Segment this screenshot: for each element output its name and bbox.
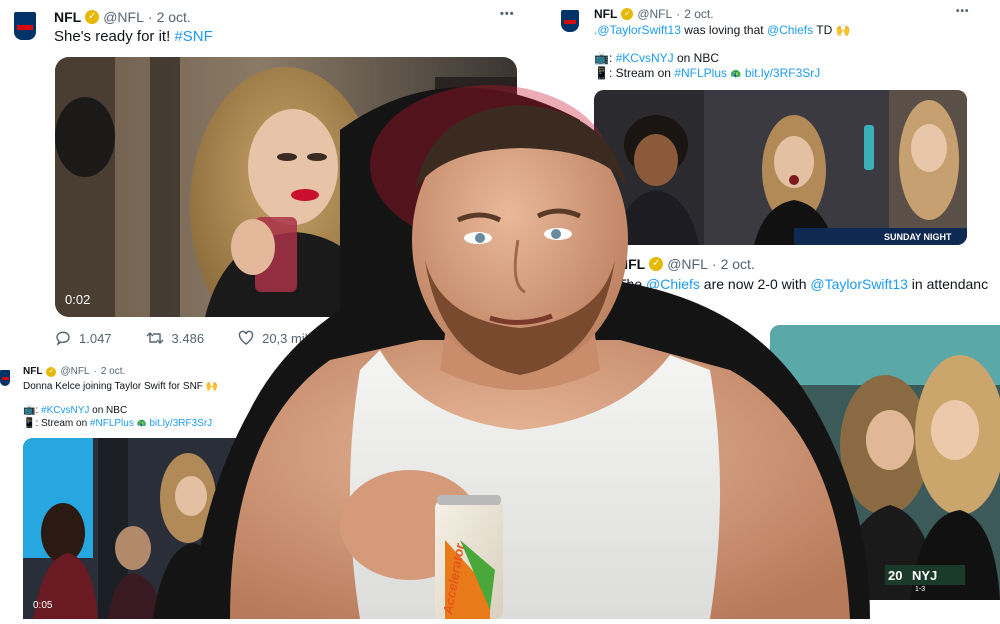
account-handle[interactable]: @NFL xyxy=(60,366,89,377)
account-handle[interactable]: @NFL xyxy=(637,7,672,21)
account-name[interactable]: NFL xyxy=(594,7,617,21)
verified-badge-icon: ✓ xyxy=(85,10,100,24)
tv-banner-text: SUNDAY NIGHT xyxy=(884,232,952,242)
retweet-icon xyxy=(146,332,164,344)
nfl-logo-icon xyxy=(14,12,36,40)
reply-count: 1.047 xyxy=(79,330,112,346)
drink-can-icon: Accelerator xyxy=(435,495,503,619)
tv-icon: 📺 xyxy=(23,405,36,416)
more-options-icon[interactable]: ••• xyxy=(500,8,515,20)
account-name[interactable]: NFL xyxy=(54,9,81,25)
tweet-text: She's ready for it! #SNF xyxy=(54,28,213,45)
tv-icon: 📺 xyxy=(594,51,609,65)
nfl-logo-icon xyxy=(0,370,10,386)
verified-badge-icon: ✓ xyxy=(621,8,634,20)
score-left: 20 xyxy=(888,568,902,583)
tweet-date[interactable]: 2 oct. xyxy=(684,7,713,21)
nbc-peacock-icon: 🦚 xyxy=(136,419,147,428)
reply-button[interactable]: 1.047 xyxy=(55,330,112,346)
video-duration: 0:05 xyxy=(33,600,53,611)
tweet-date[interactable]: 2 oct. xyxy=(101,366,125,377)
tweet-text: Donna Kelce joining Taylor Swift for SNF… xyxy=(23,381,219,429)
reply-icon xyxy=(56,331,70,346)
score-team: NYJ xyxy=(912,568,937,583)
account-name[interactable]: NFL xyxy=(23,366,42,377)
video-duration: 0:02 xyxy=(65,292,91,307)
phone-icon: 📱 xyxy=(23,418,36,429)
person-illustration: Accelerator xyxy=(190,85,870,620)
score-record: 1-3 xyxy=(915,586,925,593)
more-options-icon[interactable]: ••• xyxy=(956,6,970,17)
person-cutout: Accelerator xyxy=(190,70,870,620)
nfl-logo-icon xyxy=(561,10,579,32)
tweet-date[interactable]: 2 oct. xyxy=(157,9,191,25)
verified-badge-icon: ✓ xyxy=(46,366,57,377)
account-handle[interactable]: @NFL xyxy=(103,9,144,25)
hashtag-link[interactable]: #SNF xyxy=(174,28,212,45)
